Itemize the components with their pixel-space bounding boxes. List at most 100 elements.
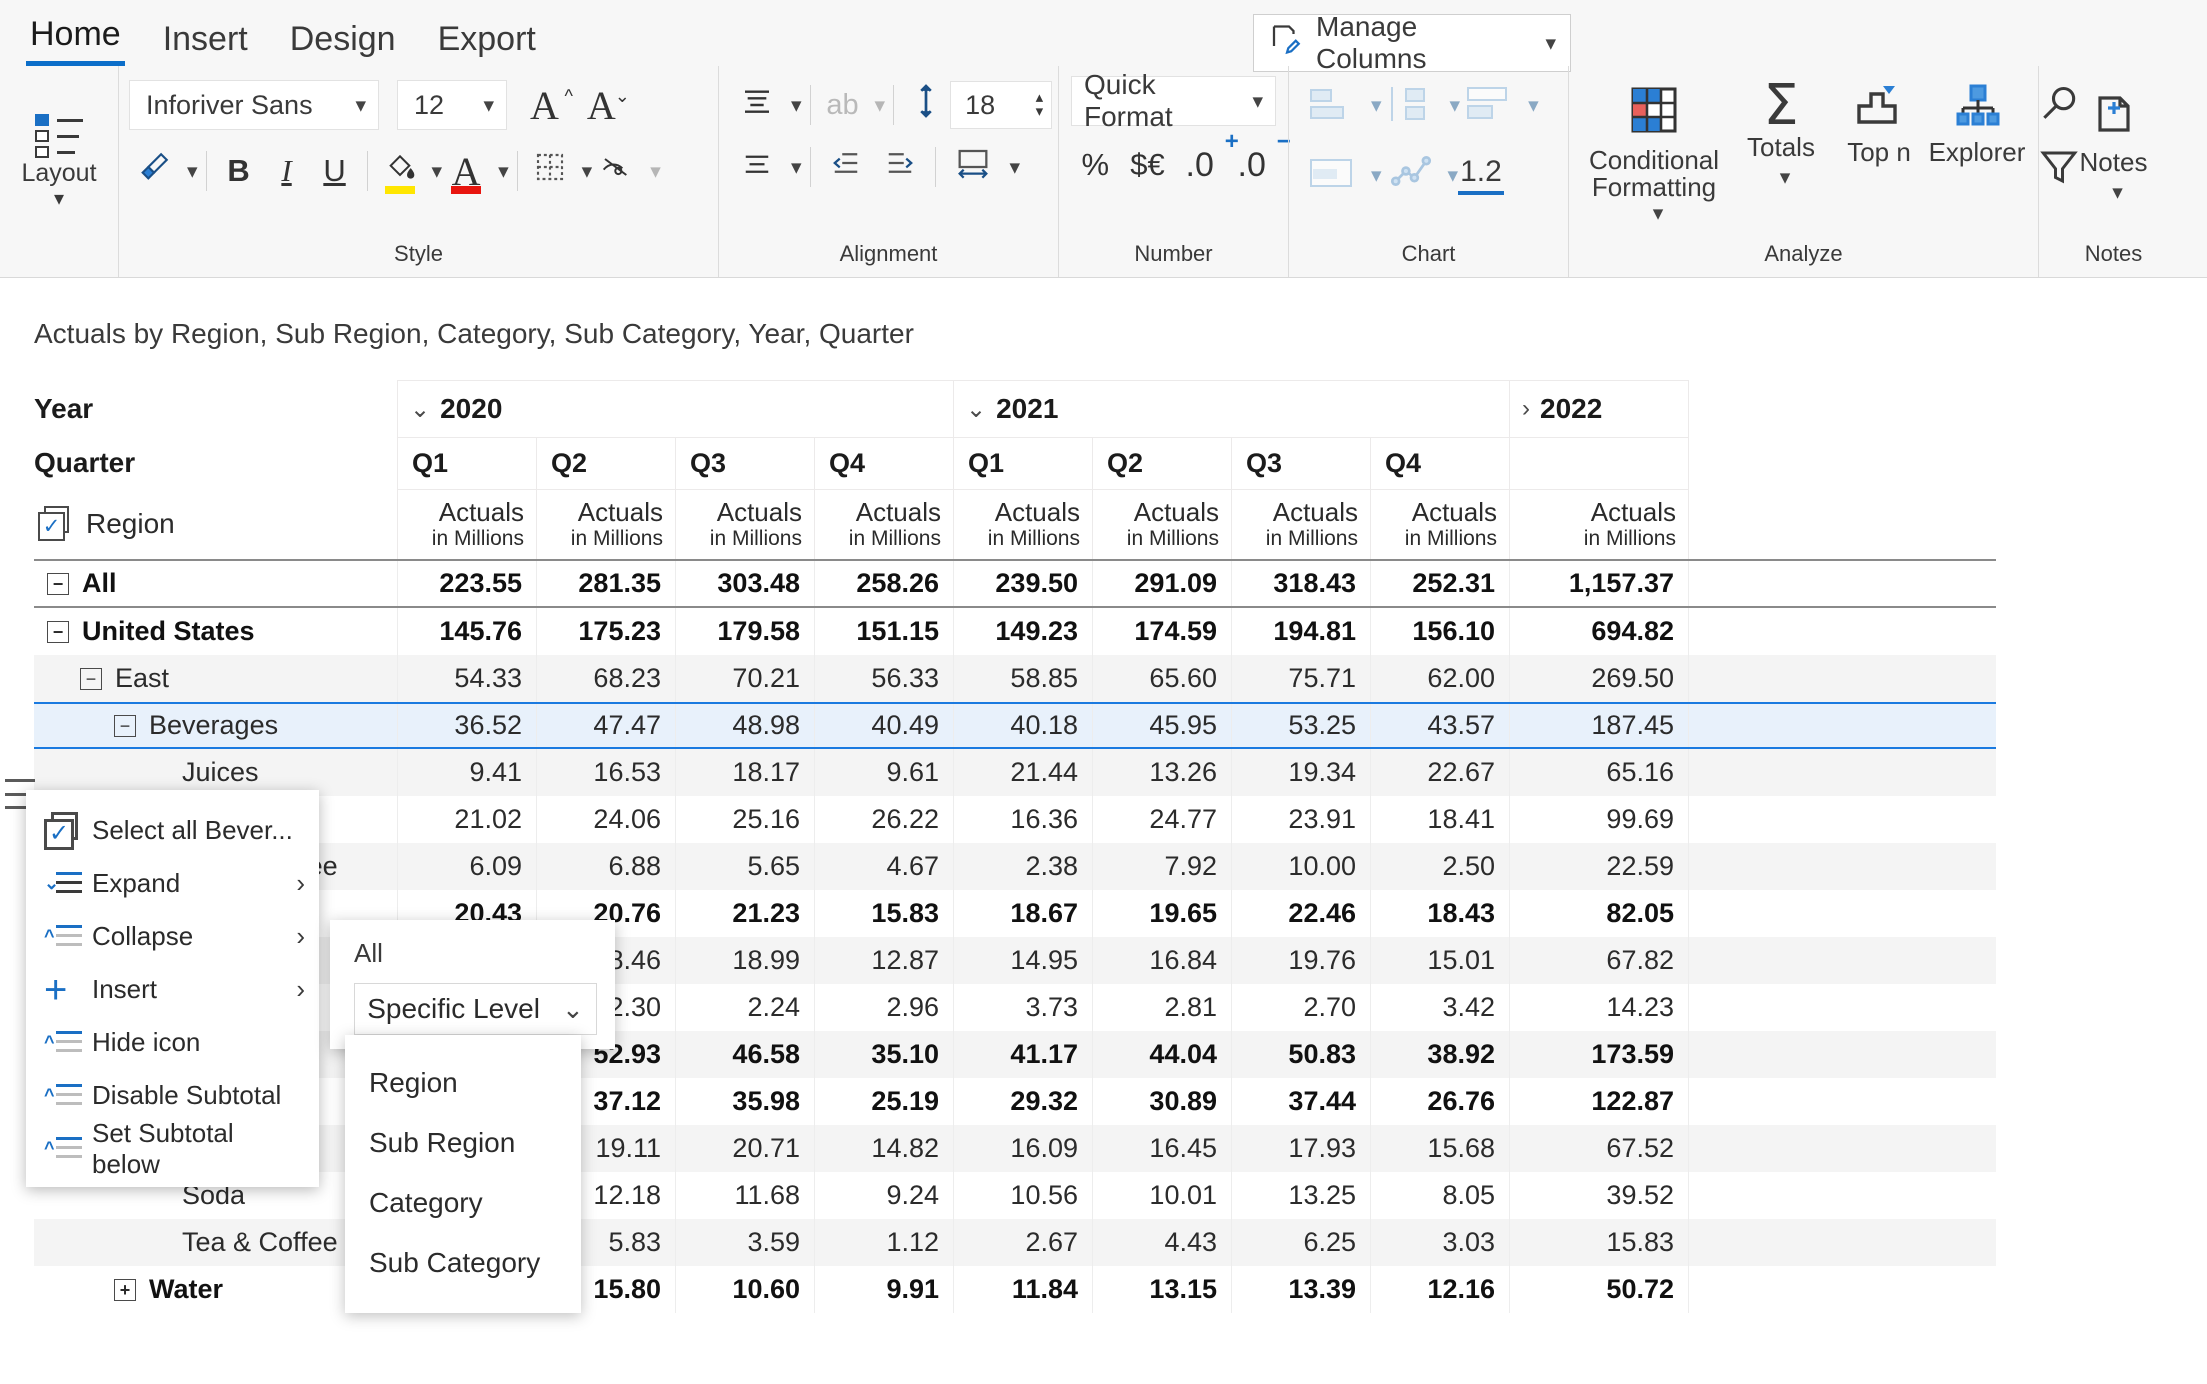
table-row[interactable]: Fruits17.3218.4618.9912.8714.9516.8419.7… [34, 937, 1996, 984]
chevron-down-icon[interactable]: ▾ [650, 159, 661, 184]
table-cell[interactable]: 174.59 [1092, 608, 1231, 655]
table-row-label-cell[interactable]: − United States [34, 608, 397, 655]
table-cell[interactable]: 145.76 [397, 608, 536, 655]
expand-submenu-all-option[interactable]: All [330, 928, 615, 983]
year-header-2022[interactable]: › 2022 [1509, 380, 1689, 437]
table-cell-total[interactable]: 694.82 [1509, 608, 1689, 655]
table-cell-total[interactable]: 22.59 [1509, 843, 1689, 890]
table-cell-total[interactable]: 173.59 [1509, 1031, 1689, 1078]
context-menu-item-disable-subtotal[interactable]: ^ Disable Subtotal [26, 1069, 319, 1122]
table-cell[interactable]: 291.09 [1092, 561, 1231, 606]
table-row[interactable]: Tea & Coffee4.865.833.591.122.674.436.25… [34, 1219, 1996, 1266]
table-cell[interactable]: 15.68 [1370, 1125, 1509, 1172]
bar-chart-button[interactable] [1303, 76, 1363, 134]
table-row[interactable]: −Beverages29.8537.1235.9825.1929.3230.89… [34, 1078, 1996, 1125]
quarter-header-2020-q3[interactable]: Q3 [675, 437, 814, 489]
table-cell[interactable]: 53.25 [1231, 704, 1370, 747]
quarter-header-2020-q1[interactable]: Q1 [397, 437, 536, 489]
table-cell-total[interactable]: 99.69 [1509, 796, 1689, 843]
table-cell-total[interactable]: 269.50 [1509, 655, 1689, 702]
table-cell[interactable]: 3.42 [1370, 984, 1509, 1031]
row-height-icon-button[interactable] [902, 76, 950, 134]
table-cell[interactable]: 10.60 [675, 1266, 814, 1313]
table-cell[interactable]: 15.01 [1370, 937, 1509, 984]
increase-decimal-button[interactable]: .0 + [1176, 128, 1239, 194]
table-cell[interactable]: 11.84 [953, 1266, 1092, 1313]
table-cell[interactable]: 48.98 [675, 704, 814, 747]
table-cell[interactable]: 35.98 [675, 1078, 814, 1125]
table-cell[interactable]: 18.99 [675, 937, 814, 984]
notes-button[interactable]: Notes ▾ [2068, 86, 2160, 205]
quarter-header-2021-q2[interactable]: Q2 [1092, 437, 1231, 489]
chevron-down-icon[interactable]: ▾ [1528, 93, 1539, 118]
table-cell[interactable]: 4.43 [1092, 1219, 1231, 1266]
top-n-button[interactable]: Top n [1833, 76, 1925, 166]
table-cell[interactable]: 35.10 [814, 1031, 953, 1078]
table-row-label-cell[interactable]: − East [34, 655, 397, 702]
table-cell[interactable]: 38.92 [1370, 1031, 1509, 1078]
table-cell[interactable]: 19.65 [1092, 890, 1231, 937]
table-cell[interactable]: 50.83 [1231, 1031, 1370, 1078]
table-row[interactable]: −West42.8052.9346.5835.1041.1744.0450.83… [34, 1031, 1996, 1078]
chevron-down-icon[interactable]: ▾ [1010, 155, 1021, 180]
context-menu-item-set-subtotal-below[interactable]: ^ Set Subtotal below [26, 1118, 319, 1179]
waterfall-chart-button[interactable] [1382, 76, 1442, 134]
table-cell[interactable]: 16.09 [953, 1125, 1092, 1172]
horizontal-align-button[interactable] [731, 138, 783, 196]
table-row[interactable]: Soda9.4112.1811.689.2410.5610.0113.258.0… [34, 1172, 1996, 1219]
conditional-formatting-button[interactable]: Conditional Formatting ▾ [1579, 76, 1729, 226]
tab-home[interactable]: Home [26, 17, 125, 66]
context-menu-item-hide-icon[interactable]: ^ Hide icon [26, 1016, 319, 1069]
context-menu-item-collapse[interactable]: ^ Collapse › [26, 910, 319, 963]
font-color-button[interactable]: A [442, 142, 490, 200]
table-cell-total[interactable]: 39.52 [1509, 1172, 1689, 1219]
table-cell-total[interactable]: 67.52 [1509, 1125, 1689, 1172]
table-cell[interactable]: 6.88 [536, 843, 675, 890]
decimal-display-button[interactable]: 1.2 [1458, 155, 1504, 195]
expand-toggle-icon[interactable]: + [114, 1278, 136, 1301]
table-cell[interactable]: 18.17 [675, 749, 814, 796]
manage-columns-button[interactable]: Manage Columns ▾ [1253, 11, 1571, 74]
table-cell[interactable]: 9.61 [814, 749, 953, 796]
totals-button[interactable]: Σ Totals ▾ [1735, 76, 1827, 190]
table-cell[interactable]: 3.59 [675, 1219, 814, 1266]
table-cell[interactable]: 18.67 [953, 890, 1092, 937]
table-cell[interactable]: 9.91 [814, 1266, 953, 1313]
font-family-select[interactable]: Inforiver Sans ▾ [129, 80, 379, 130]
tab-export[interactable]: Export [434, 22, 540, 66]
table-cell[interactable]: 9.41 [397, 749, 536, 796]
table-cell-total[interactable]: 122.87 [1509, 1078, 1689, 1125]
context-menu-item-select-all[interactable]: ✓ Select all Bever... [26, 804, 319, 857]
table-cell[interactable]: 8.05 [1370, 1172, 1509, 1219]
table-row[interactable]: Tea & Coffee6.096.885.654.672.387.9210.0… [34, 843, 1996, 890]
table-row[interactable]: Juices 9.41 16.53 18.17 9.61 21.44 13.26 19.34 2… [34, 749, 1996, 796]
table-cell[interactable]: 2.24 [675, 984, 814, 1031]
table-cell[interactable]: 65.60 [1092, 655, 1231, 702]
table-cell[interactable]: 24.06 [536, 796, 675, 843]
table-cell[interactable]: 26.22 [814, 796, 953, 843]
level-option-sub-region[interactable]: Sub Region [345, 1113, 581, 1173]
table-cell[interactable]: 16.84 [1092, 937, 1231, 984]
wrap-text-button[interactable]: ab [819, 76, 867, 134]
table-cell[interactable]: 2.70 [1231, 984, 1370, 1031]
table-cell[interactable]: 11.68 [675, 1172, 814, 1219]
table-cell[interactable]: 1.12 [814, 1219, 953, 1266]
table-row[interactable]: − United States 145.76 175.23 179.58 151.15 14… [34, 608, 1996, 655]
table-cell[interactable]: 9.24 [814, 1172, 953, 1219]
table-cell[interactable]: 41.17 [953, 1031, 1092, 1078]
chevron-down-icon[interactable]: ▾ [791, 155, 802, 180]
quarter-header-2020-q4[interactable]: Q4 [814, 437, 953, 489]
table-row-label-cell[interactable]: − All [34, 561, 397, 606]
font-size-select[interactable]: 12 ▾ [397, 80, 507, 130]
table-cell[interactable]: 2.81 [1092, 984, 1231, 1031]
table-cell[interactable]: 62.00 [1370, 655, 1509, 702]
table-row-label-cell[interactable]: Tea & Coffee [34, 1219, 397, 1266]
table-cell[interactable]: 17.93 [1231, 1125, 1370, 1172]
underline-button[interactable]: U [311, 142, 359, 200]
table-cell[interactable]: 13.25 [1231, 1172, 1370, 1219]
table-cell[interactable]: 2.38 [953, 843, 1092, 890]
chevron-down-icon[interactable]: ▾ [1371, 163, 1382, 188]
table-cell[interactable]: 239.50 [953, 561, 1092, 606]
decrease-font-size-button[interactable]: A ⌄ [580, 76, 637, 134]
table-cell[interactable]: 281.35 [536, 561, 675, 606]
